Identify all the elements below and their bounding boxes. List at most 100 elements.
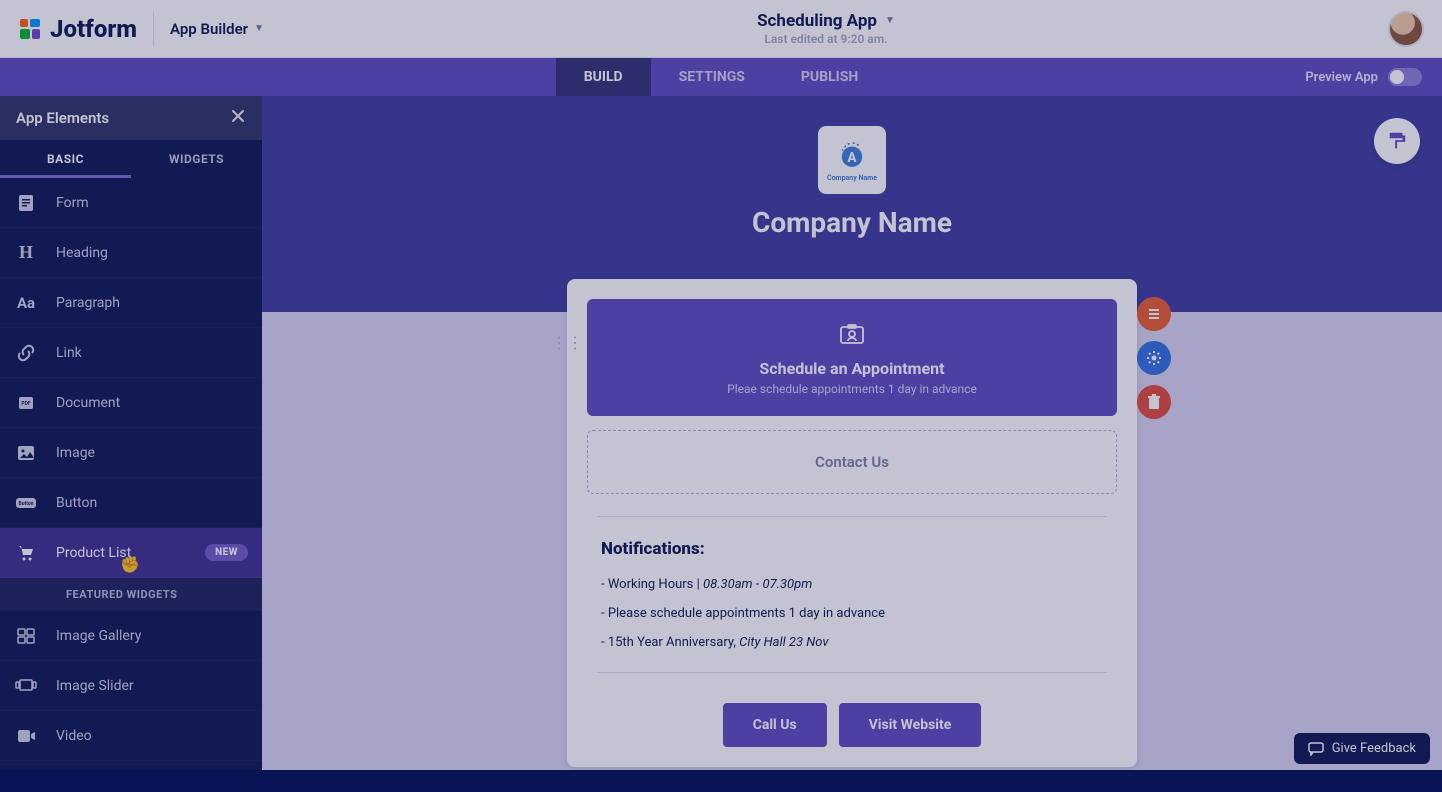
divider — [597, 672, 1107, 673]
visit-website-button[interactable]: Visit Website — [839, 703, 982, 747]
appointment-title: Schedule an Appointment — [601, 359, 1103, 378]
notif-line-1: - Working Hours | 08.30am - 07.30pm — [601, 577, 1103, 592]
tab-settings[interactable]: SETTINGS — [651, 58, 773, 96]
element-label: Button — [56, 495, 97, 511]
style-fab[interactable] — [1374, 118, 1420, 164]
sidebar-title: App Elements — [16, 109, 109, 127]
notif-line-3: - 15th Year Anniversary, City Hall 23 No… — [601, 635, 1103, 650]
toggle-switch[interactable] — [1388, 68, 1422, 86]
element-form[interactable]: Form — [0, 178, 262, 228]
featured-widgets-label: FEATURED WIDGETS — [0, 578, 262, 611]
element-button[interactable]: Button Button — [0, 478, 262, 528]
paragraph-icon: Aa — [14, 291, 38, 315]
close-icon[interactable] — [230, 108, 246, 128]
element-action-fabs — [1137, 297, 1171, 419]
button-icon: Button — [14, 491, 38, 515]
element-image-slider[interactable]: Image Slider — [0, 661, 262, 711]
element-heading[interactable]: H Heading — [0, 228, 262, 278]
app-builder-label: App Builder — [170, 20, 248, 38]
element-label: Link — [56, 345, 82, 361]
sidebar-header: App Elements — [0, 96, 262, 140]
avatar[interactable] — [1388, 11, 1424, 47]
sidebar-tabs: BASIC WIDGETS — [0, 140, 262, 178]
element-link[interactable]: Link — [0, 328, 262, 378]
jotform-logo-icon — [18, 17, 42, 41]
app-logo-icon: A — [835, 138, 869, 172]
link-icon — [14, 341, 38, 365]
element-video[interactable]: Video — [0, 711, 262, 761]
trash-icon — [1147, 394, 1161, 410]
app-logo-card[interactable]: A Company Name — [818, 126, 886, 194]
svg-text:Button: Button — [19, 501, 34, 507]
gear-icon — [1146, 350, 1162, 366]
element-label: Heading — [56, 245, 108, 261]
bottom-strip — [0, 770, 1442, 792]
properties-fab[interactable] — [1137, 297, 1171, 331]
form-icon — [14, 191, 38, 215]
element-label: Paragraph — [56, 295, 120, 311]
element-product-list[interactable]: Product List NEW — [0, 528, 262, 578]
svg-text:PDF: PDF — [21, 401, 30, 407]
notifications-heading: Notifications: — [601, 539, 1103, 559]
chevron-down-icon: ▼ — [254, 23, 264, 34]
feedback-label: Give Feedback — [1332, 741, 1416, 756]
element-image[interactable]: Image — [0, 428, 262, 478]
notif-line-2: - Please schedule appointments 1 day in … — [601, 606, 1103, 621]
action-buttons: Call Us Visit Website — [587, 695, 1117, 747]
notifications-block[interactable]: Notifications: - Working Hours | 08.30am… — [587, 539, 1117, 650]
element-image-gallery[interactable]: Image Gallery — [0, 611, 262, 661]
list-icon — [1146, 306, 1162, 322]
heading-icon: H — [14, 241, 38, 265]
tab-publish[interactable]: PUBLISH — [773, 58, 886, 96]
document-icon: PDF — [14, 391, 38, 415]
element-label: Document — [56, 395, 120, 411]
appointment-card[interactable]: Schedule an Appointment Pleae schedule a… — [587, 299, 1117, 416]
canvas-inner: A Company Name Company Name ⋮⋮ Schedule … — [262, 96, 1442, 767]
last-edited-text: Last edited at 9:20 am. — [764, 32, 887, 46]
element-paragraph[interactable]: Aa Paragraph — [0, 278, 262, 328]
main-area: App Elements BASIC WIDGETS Form H Headin… — [0, 96, 1442, 770]
logo[interactable]: Jotform — [18, 15, 137, 43]
chevron-down-icon: ▼ — [885, 15, 895, 27]
tab-bar: BUILD SETTINGS PUBLISH Preview App — [0, 58, 1442, 96]
settings-fab[interactable] — [1137, 341, 1171, 375]
appointment-subtitle: Pleae schedule appointments 1 day in adv… — [601, 382, 1103, 396]
contact-label: Contact Us — [815, 453, 889, 471]
company-heading[interactable]: Company Name — [752, 206, 952, 239]
element-label: Product List — [56, 545, 131, 561]
give-feedback-button[interactable]: Give Feedback — [1294, 733, 1430, 764]
app-title-block: Scheduling App ▼ Last edited at 9:20 am. — [264, 11, 1388, 46]
element-label: Image — [56, 445, 95, 461]
top-bar: Jotform App Builder ▼ Scheduling App ▼ L… — [0, 0, 1442, 58]
app-preview-card: ⋮⋮ Schedule an Appointment Pleae schedul… — [567, 279, 1137, 767]
element-label: Image Gallery — [56, 628, 141, 644]
divider — [597, 516, 1107, 517]
chat-icon — [1308, 742, 1324, 756]
element-document[interactable]: PDF Document — [0, 378, 262, 428]
call-us-button[interactable]: Call Us — [723, 703, 827, 747]
app-title-dropdown[interactable]: Scheduling App ▼ — [757, 11, 895, 31]
app-logo-text: Company Name — [827, 174, 877, 182]
contact-card-icon — [601, 323, 1103, 351]
sidebar-tab-widgets[interactable]: WIDGETS — [131, 140, 262, 178]
tab-build[interactable]: BUILD — [556, 58, 651, 96]
preview-app-toggle[interactable]: Preview App — [1305, 68, 1422, 86]
canvas[interactable]: A Company Name Company Name ⋮⋮ Schedule … — [262, 96, 1442, 770]
delete-fab[interactable] — [1137, 385, 1171, 419]
preview-label: Preview App — [1305, 70, 1378, 85]
gallery-icon — [14, 624, 38, 648]
logo-text: Jotform — [50, 15, 137, 43]
app-title-text: Scheduling App — [757, 11, 877, 31]
elements-sidebar: App Elements BASIC WIDGETS Form H Headin… — [0, 96, 262, 770]
cart-icon — [14, 541, 38, 565]
image-icon — [14, 441, 38, 465]
sidebar-tab-basic[interactable]: BASIC — [0, 140, 131, 178]
contact-us-card[interactable]: Contact Us — [587, 430, 1117, 494]
elements-list: Form H Heading Aa Paragraph Link PDF Doc… — [0, 178, 262, 770]
app-builder-dropdown[interactable]: App Builder ▼ — [170, 20, 264, 38]
drag-handle-icon[interactable]: ⋮⋮ — [551, 333, 583, 352]
svg-text:A: A — [847, 150, 857, 166]
element-label: Image Slider — [56, 678, 134, 694]
paint-roller-icon — [1386, 130, 1408, 152]
element-label: Form — [56, 195, 89, 211]
